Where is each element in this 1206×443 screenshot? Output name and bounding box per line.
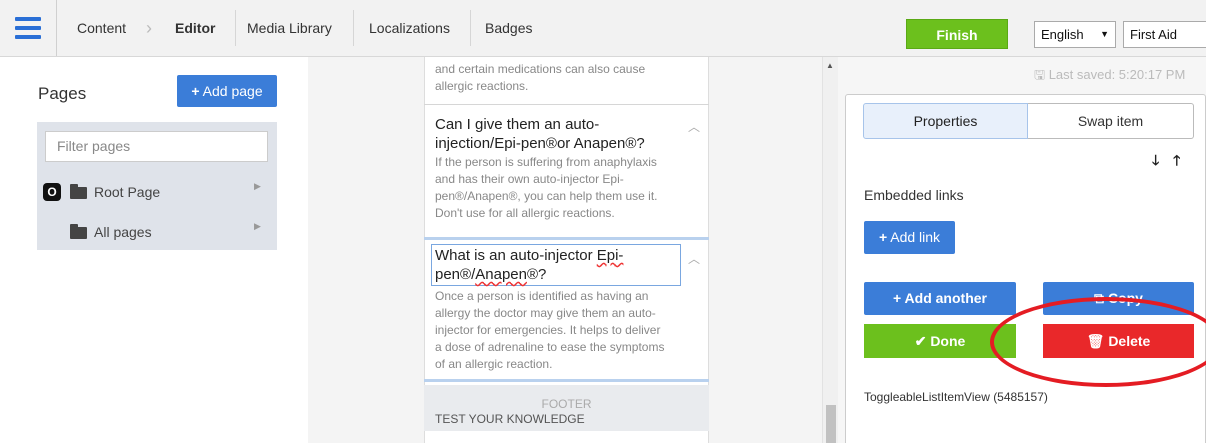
item-body-line: injector for emergencies. It helps to de… bbox=[435, 323, 661, 337]
collapse-caret-icon[interactable]: ︿ bbox=[688, 118, 700, 135]
tab-properties[interactable]: Properties bbox=[863, 103, 1028, 139]
pages-heading: Pages bbox=[38, 84, 87, 103]
item-body-line: a dose of adrenaline to ease the symptom… bbox=[435, 340, 665, 354]
item-body-line: and has their own auto-injector Epi- bbox=[435, 172, 624, 186]
plus-icon: + bbox=[892, 290, 902, 306]
add-another-button[interactable]: + Add another bbox=[864, 282, 1016, 315]
filter-pages-input[interactable]: Filter pages bbox=[45, 131, 268, 162]
nav-content[interactable]: Content bbox=[77, 0, 126, 56]
arrow-down-icon[interactable]: 🡓 bbox=[1152, 152, 1159, 168]
arrow-up-icon[interactable]: 🡑 bbox=[1173, 152, 1180, 168]
item-body-line: allergic reactions. bbox=[435, 79, 529, 93]
last-saved-status: 🖫 Last saved: 5:20:17 PM bbox=[1034, 66, 1185, 88]
item-title-line[interactable]: injection/Epi-pen®or Anapen®? bbox=[435, 134, 645, 153]
item-body-line: If the person is suffering from anaphyla… bbox=[435, 155, 657, 169]
scrollbar-thumb[interactable] bbox=[826, 405, 836, 443]
tab-swap-item[interactable]: Swap item bbox=[1028, 103, 1194, 139]
save-icon: 🖫 bbox=[1034, 67, 1046, 82]
category-value: First Aid bbox=[1130, 27, 1177, 42]
title-text: What is an auto-injector bbox=[435, 247, 597, 264]
item-title-line[interactable]: pen®/Anapen®? bbox=[435, 265, 546, 284]
add-page-button[interactable]: + Add page bbox=[177, 75, 277, 107]
top-bar: Content › Editor Media Library Localizat… bbox=[0, 0, 1206, 57]
collapse-caret-icon[interactable]: ︿ bbox=[688, 250, 700, 267]
nav-editor[interactable]: Editor bbox=[175, 0, 215, 56]
item-body-line: Once a person is identified as having an bbox=[435, 289, 649, 303]
annotation-circle bbox=[990, 297, 1206, 387]
menu-icon[interactable] bbox=[0, 0, 57, 56]
category-select[interactable]: First Aid bbox=[1123, 21, 1206, 48]
expand-caret-icon[interactable]: ▶ bbox=[254, 221, 261, 232]
footer-text: TEST YOUR KNOWLEDGE bbox=[435, 412, 585, 426]
plus-icon: + bbox=[878, 229, 888, 245]
breadcrumb-chevron-icon: › bbox=[146, 18, 152, 38]
finish-button[interactable]: Finish bbox=[906, 19, 1008, 49]
done-label: Done bbox=[930, 333, 966, 349]
divider bbox=[424, 104, 709, 105]
last-saved-text: Last saved: 5:20:17 PM bbox=[1048, 67, 1186, 82]
check-icon: ✔ bbox=[914, 333, 927, 349]
nav-badges[interactable]: Badges bbox=[485, 0, 532, 56]
item-body-line: of an allergic reaction. bbox=[435, 357, 553, 371]
title-misspelled: Epi- bbox=[596, 247, 624, 264]
vertical-scrollbar[interactable]: ▲ bbox=[822, 57, 838, 443]
title-text: ®? bbox=[526, 266, 547, 283]
item-body-line: and certain medications can also cause bbox=[435, 62, 646, 76]
add-link-label: Add link bbox=[890, 229, 941, 245]
language-select[interactable]: English ▼ bbox=[1034, 21, 1116, 48]
add-page-label: Add page bbox=[202, 83, 263, 99]
view-name: ToggleableListItemView (5485157) bbox=[864, 390, 1048, 404]
language-value: English bbox=[1041, 27, 1084, 42]
folder-icon bbox=[70, 184, 87, 200]
scroll-up-icon[interactable]: ▲ bbox=[826, 61, 834, 70]
nav-divider bbox=[470, 10, 471, 46]
plus-icon: + bbox=[191, 83, 200, 99]
dropdown-arrow-icon: ▼ bbox=[1100, 29, 1109, 39]
add-another-label: Add another bbox=[904, 290, 987, 306]
embedded-links-heading: Embedded links bbox=[864, 187, 964, 203]
root-badge-icon: O bbox=[43, 183, 61, 201]
tree-item-label: Root Page bbox=[94, 184, 161, 200]
folder-icon bbox=[70, 224, 87, 240]
tree-item-label: All pages bbox=[94, 224, 152, 240]
item-body-line: allergy the doctor may give them an auto… bbox=[435, 306, 656, 320]
item-title-line[interactable]: What is an auto-injector Epi- bbox=[435, 246, 623, 265]
item-body-line: Don't use for all allergic reactions. bbox=[435, 206, 615, 220]
nav-localizations[interactable]: Localizations bbox=[369, 0, 450, 56]
add-link-button[interactable]: + Add link bbox=[864, 221, 955, 254]
footer-label: FOOTER bbox=[541, 397, 592, 411]
tree-item-all-pages[interactable]: All pages bbox=[70, 222, 152, 242]
title-text: pen®/ bbox=[435, 266, 476, 283]
tree-item-root-page[interactable]: Root Page bbox=[70, 182, 160, 202]
item-body-line: pen®/Anapen®, you can help them use it. bbox=[435, 189, 658, 203]
expand-caret-icon[interactable]: ▶ bbox=[254, 181, 261, 192]
nav-divider bbox=[235, 10, 236, 46]
nav-divider bbox=[353, 10, 354, 46]
reorder-arrows: 🡓 🡑 bbox=[1152, 150, 1180, 174]
item-title-line[interactable]: Can I give them an auto- bbox=[435, 115, 599, 134]
nav-media-library[interactable]: Media Library bbox=[247, 0, 332, 56]
title-misspelled: Anapen bbox=[475, 266, 527, 283]
